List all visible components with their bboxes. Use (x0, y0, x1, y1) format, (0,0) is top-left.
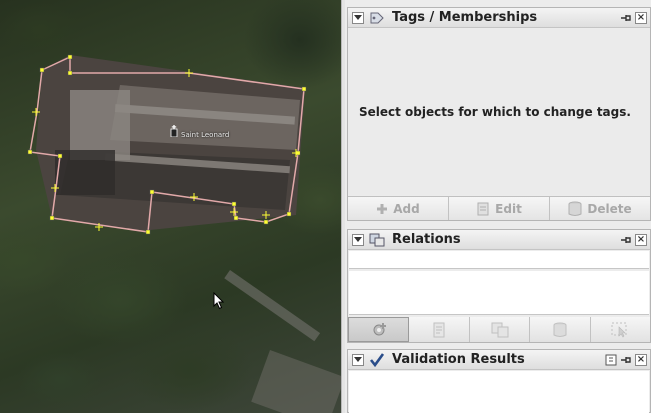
relations-panel-header: Relations × (348, 230, 650, 250)
plus-icon (377, 203, 388, 214)
delete-button-label: Delete (587, 201, 632, 216)
way-node[interactable] (301, 86, 307, 92)
tags-panel-header: Tags / Memberships × (348, 8, 650, 28)
validation-panel: Validation Results × (347, 349, 651, 413)
way-node[interactable] (57, 153, 63, 159)
way-node[interactable] (233, 215, 239, 221)
way-node[interactable] (39, 67, 45, 73)
close-icon[interactable]: × (635, 11, 647, 24)
panel-title: Relations (392, 232, 461, 247)
map-view[interactable]: Saint Leonard (0, 0, 341, 413)
poi-label: Saint Leonard (181, 131, 230, 139)
relations-panel: Relations × (347, 229, 651, 343)
validation-panel-header: Validation Results × (348, 350, 650, 370)
panel-title: Validation Results (392, 352, 525, 367)
way-node[interactable] (286, 211, 292, 217)
way-node[interactable] (27, 149, 33, 155)
map-overlay (27, 54, 307, 235)
checkmark-icon (369, 352, 385, 367)
edit-icon (477, 202, 489, 215)
relation-settings-button[interactable] (348, 317, 410, 342)
relation-filter-field[interactable] (349, 251, 649, 269)
close-icon[interactable]: × (635, 233, 647, 246)
close-icon[interactable]: × (635, 353, 647, 366)
relations-list[interactable] (349, 271, 649, 315)
delete-tag-button[interactable]: Delete (550, 197, 650, 220)
way-node[interactable] (149, 189, 155, 195)
settings-icon[interactable] (605, 354, 617, 366)
empty-selection-message: Select objects for which to change tags. (359, 105, 631, 119)
pin-icon[interactable] (620, 354, 632, 366)
way-node[interactable] (231, 201, 237, 207)
bell-tower (70, 90, 130, 160)
way-node[interactable] (67, 70, 73, 76)
select-cursor-icon (611, 322, 627, 337)
relation-icon (369, 233, 385, 247)
gear-add-icon (373, 322, 386, 335)
select-members-button[interactable] (590, 317, 651, 342)
add-tag-button[interactable]: Add (348, 197, 449, 220)
duplicate-relation-button[interactable] (469, 317, 531, 342)
tags-button-row: Add Edit Delete (348, 196, 650, 220)
pin-icon[interactable] (620, 12, 632, 24)
relations-button-row (348, 317, 651, 342)
place-of-worship-icon[interactable] (170, 125, 178, 137)
collapse-toggle[interactable] (352, 11, 364, 24)
mouse-cursor-icon (213, 292, 225, 310)
collapse-toggle[interactable] (352, 233, 364, 246)
way-node[interactable] (145, 229, 151, 235)
app-window: Saint Leonard Tags / Memberships × Selec… (0, 0, 651, 413)
tag-icon (369, 11, 385, 25)
tags-empty-area: Select objects for which to change tags. (348, 29, 650, 195)
add-button-label: Add (393, 201, 420, 216)
duplicate-icon (491, 322, 509, 337)
trash-icon (553, 322, 567, 337)
bell-tower-shadow (55, 150, 115, 195)
delete-relation-button[interactable] (530, 317, 591, 342)
way-node[interactable] (67, 54, 73, 60)
tags-panel: Tags / Memberships × Select objects for … (347, 7, 651, 221)
edit-button-label: Edit (495, 201, 522, 216)
validation-results-list[interactable] (349, 371, 649, 413)
panel-title: Tags / Memberships (392, 10, 538, 25)
pin-icon[interactable] (620, 234, 632, 246)
trash-icon (568, 201, 582, 216)
edit-relation-button[interactable] (409, 317, 470, 342)
side-panel: Tags / Memberships × Select objects for … (345, 0, 651, 413)
collapse-toggle[interactable] (352, 353, 364, 366)
way-node[interactable] (49, 215, 55, 221)
edit-tag-button[interactable]: Edit (449, 197, 550, 220)
edit-icon (433, 322, 445, 337)
way-node[interactable] (263, 219, 269, 225)
